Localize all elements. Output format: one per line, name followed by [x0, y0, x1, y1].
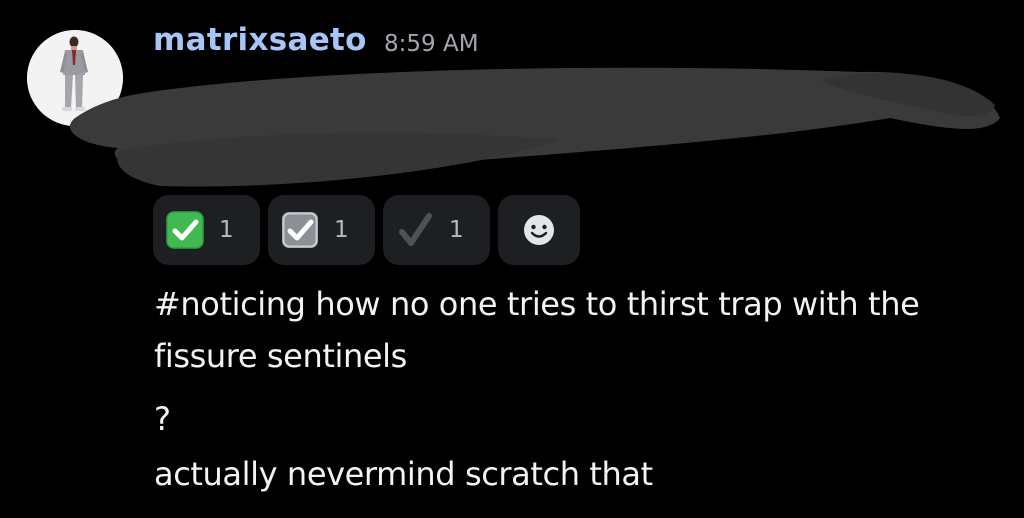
message-text: ?	[154, 400, 171, 438]
reaction-count: 1	[334, 217, 349, 243]
avatar-figure-icon	[27, 30, 123, 126]
reaction-count: 1	[219, 217, 234, 243]
reaction-check-mark[interactable]: 1	[383, 195, 490, 265]
reaction-gray-check[interactable]: 1	[268, 195, 375, 265]
message-text: fissure sentinels	[154, 337, 407, 375]
username[interactable]: matrixsaeto	[153, 22, 367, 58]
chat-view: matrixsaeto 8:59 AM 1 1 1 #noticing how …	[0, 0, 1024, 518]
gray-check-box-icon	[282, 212, 318, 248]
message-text: #noticing how no one tries to thirst tra…	[154, 285, 920, 323]
message-text: actually nevermind scratch that	[154, 455, 653, 493]
check-mark-icon	[399, 213, 432, 246]
message-timestamp: 8:59 AM	[384, 31, 479, 57]
smiley-icon	[524, 215, 554, 245]
reactions-bar: 1 1 1	[153, 195, 580, 265]
reaction-count: 1	[449, 217, 464, 243]
reaction-green-check[interactable]: 1	[153, 195, 260, 265]
add-reaction-button[interactable]	[498, 195, 580, 265]
user-avatar[interactable]	[27, 30, 123, 126]
green-check-box-icon	[166, 211, 204, 249]
